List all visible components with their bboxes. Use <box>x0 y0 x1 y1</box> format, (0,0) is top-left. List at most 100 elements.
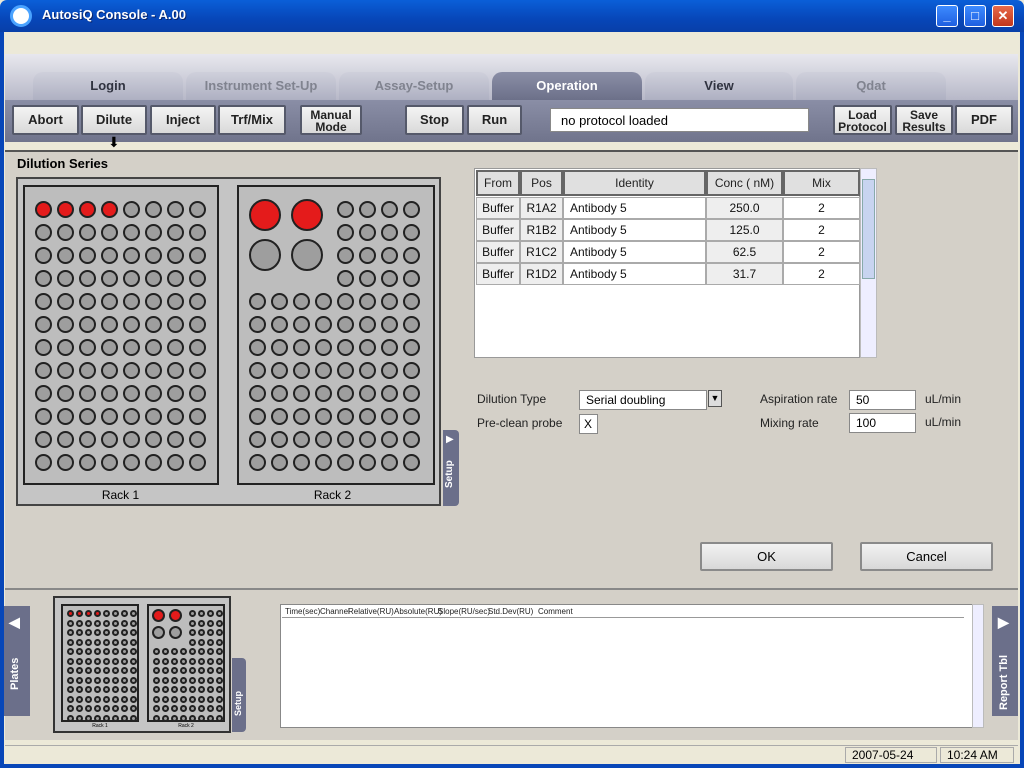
report-col-channel[interactable]: Channel <box>320 607 350 616</box>
well[interactable] <box>189 629 196 636</box>
cancel-button[interactable]: Cancel <box>860 542 993 571</box>
well[interactable] <box>112 676 119 684</box>
well[interactable] <box>162 648 169 655</box>
well[interactable] <box>85 629 92 636</box>
well[interactable] <box>35 293 52 310</box>
well[interactable] <box>153 705 160 712</box>
table-scrollbar[interactable] <box>860 168 877 358</box>
well[interactable] <box>207 619 214 627</box>
mini-rack-2[interactable] <box>147 604 225 722</box>
well[interactable] <box>101 293 118 310</box>
maximize-button[interactable]: □ <box>964 5 986 27</box>
well[interactable] <box>85 657 92 665</box>
report-col-time[interactable]: Time(sec) <box>285 607 320 616</box>
column-header-mix[interactable]: Mix <box>783 170 860 196</box>
well[interactable] <box>67 629 74 636</box>
well[interactable] <box>189 201 206 218</box>
well[interactable] <box>101 270 118 287</box>
column-header-identity[interactable]: Identity <box>563 170 706 196</box>
well[interactable] <box>67 695 74 703</box>
well[interactable] <box>35 385 52 402</box>
well[interactable] <box>171 657 178 665</box>
aspiration-rate-input[interactable]: 50 <box>849 390 916 410</box>
well[interactable] <box>153 648 160 655</box>
well[interactable] <box>121 667 128 674</box>
well[interactable] <box>337 224 354 241</box>
well[interactable] <box>153 676 160 684</box>
well[interactable] <box>57 454 74 471</box>
well[interactable] <box>216 695 223 703</box>
well[interactable] <box>171 705 178 712</box>
well[interactable] <box>67 619 74 627</box>
well[interactable] <box>101 201 118 218</box>
well[interactable] <box>189 224 206 241</box>
load-protocol-button[interactable]: Load Protocol <box>833 105 892 135</box>
well[interactable] <box>35 270 52 287</box>
table-cell-mix[interactable]: 2 <box>783 219 860 241</box>
well[interactable] <box>216 619 223 627</box>
well[interactable] <box>76 648 83 655</box>
well[interactable] <box>337 339 354 356</box>
well[interactable] <box>167 270 184 287</box>
rack-1[interactable] <box>23 185 219 485</box>
well[interactable] <box>145 293 162 310</box>
well[interactable] <box>180 657 187 665</box>
well[interactable] <box>189 676 196 684</box>
well[interactable] <box>189 619 196 627</box>
well[interactable] <box>35 362 52 379</box>
well[interactable] <box>315 408 332 425</box>
well[interactable] <box>337 385 354 402</box>
well[interactable] <box>403 247 420 264</box>
well[interactable] <box>167 201 184 218</box>
well[interactable] <box>121 619 128 627</box>
well[interactable] <box>121 657 128 665</box>
well[interactable] <box>103 629 110 636</box>
well[interactable] <box>337 362 354 379</box>
well[interactable] <box>123 454 140 471</box>
report-tbl-side-tab[interactable]: ▶ Report Tbl <box>992 606 1018 716</box>
well[interactable] <box>57 293 74 310</box>
well[interactable] <box>145 270 162 287</box>
well[interactable] <box>315 316 332 333</box>
well[interactable] <box>79 408 96 425</box>
well[interactable] <box>57 385 74 402</box>
well[interactable] <box>76 676 83 684</box>
well[interactable] <box>403 339 420 356</box>
well[interactable] <box>189 667 196 674</box>
report-col-stddev[interactable]: Std.Dev(RU) <box>488 607 533 616</box>
well[interactable] <box>57 408 74 425</box>
well[interactable] <box>167 339 184 356</box>
well[interactable] <box>112 667 119 674</box>
well[interactable] <box>337 201 354 218</box>
well[interactable] <box>94 657 101 665</box>
well[interactable] <box>198 619 205 627</box>
well[interactable] <box>101 454 118 471</box>
well[interactable] <box>271 339 288 356</box>
well[interactable] <box>359 408 376 425</box>
well[interactable] <box>207 638 214 646</box>
table-cell-pos[interactable]: R1C2 <box>520 241 563 263</box>
well[interactable] <box>315 362 332 379</box>
well[interactable] <box>85 705 92 712</box>
run-button[interactable]: Run <box>467 105 522 135</box>
well[interactable] <box>101 247 118 264</box>
table-cell-pos[interactable]: R1D2 <box>520 263 563 285</box>
well[interactable] <box>189 316 206 333</box>
well[interactable] <box>101 431 118 448</box>
mini-rack-1[interactable] <box>61 604 139 722</box>
trf-mix-button[interactable]: Trf/Mix <box>218 105 286 135</box>
well[interactable] <box>167 385 184 402</box>
well[interactable] <box>180 667 187 674</box>
well[interactable] <box>381 408 398 425</box>
well[interactable] <box>381 293 398 310</box>
well[interactable] <box>123 247 140 264</box>
scrollbar-thumb[interactable] <box>862 179 875 279</box>
well[interactable] <box>85 695 92 703</box>
well[interactable] <box>101 408 118 425</box>
table-cell-mix[interactable]: 2 <box>783 241 860 263</box>
well[interactable] <box>381 431 398 448</box>
well[interactable] <box>67 705 74 712</box>
column-header-pos[interactable]: Pos <box>520 170 563 196</box>
well[interactable] <box>112 705 119 712</box>
well[interactable] <box>359 316 376 333</box>
